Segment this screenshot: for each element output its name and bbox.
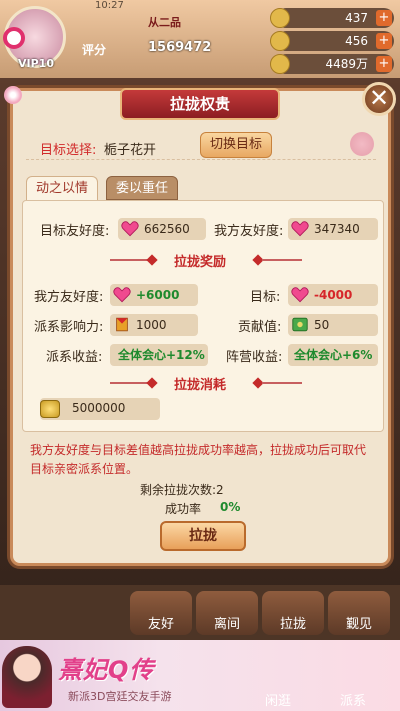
gold-ingot-icon (270, 31, 290, 51)
add-ingot-button[interactable]: + (376, 33, 392, 49)
tab-emotion[interactable]: 动之以情 (26, 176, 98, 200)
heart-icon (113, 287, 131, 303)
success-rate-label: 成功率 (165, 502, 202, 516)
resource-medal-value: 437 (345, 11, 368, 25)
divider-line (262, 259, 302, 261)
nav-faction[interactable]: 派系 (340, 690, 366, 709)
power-value: 1569472 (148, 40, 212, 55)
reward-my-fav-pill: +6000 (110, 284, 198, 306)
resource-ingot: 456 + (270, 31, 394, 51)
target-label: 目标选择: (40, 143, 97, 158)
reward-my-fav-value: +6000 (136, 288, 180, 302)
ad-subtitle: 新派3D宫廷交友手游 (68, 690, 172, 703)
faction-influence-value: 1000 (136, 318, 167, 332)
contribution-value: 50 (314, 318, 330, 332)
reward-target-value: -4000 (314, 288, 353, 302)
resource-coin-value: 4489万 (325, 57, 368, 71)
add-coin-button[interactable]: + (376, 56, 392, 72)
bottom-nav: 友好 离间 拉拢 觐见 (0, 585, 400, 640)
flower-icon (4, 86, 22, 104)
coin-stack-icon (40, 400, 60, 418)
target-fav-pill: 662560 (118, 218, 206, 240)
vip-level: VIP10 (18, 57, 54, 70)
app-logo-icon (3, 27, 25, 49)
ad-character-image (2, 646, 52, 708)
resource-coin: 4489万 + (270, 54, 394, 74)
my-fav-label: 我方友好度: (214, 224, 284, 239)
heart-icon (121, 221, 139, 237)
resource-ingot-value: 456 (345, 34, 368, 48)
nav-friendly[interactable]: 友好 (130, 591, 192, 635)
faction-gain-pill: 全体会心+12% (110, 344, 208, 366)
contribution-pill: 50 (288, 314, 378, 336)
reward-my-fav-label: 我方友好度: (34, 290, 104, 305)
rank-tag: 从二品 (148, 16, 181, 29)
resource-panel: 437 + 456 + 4489万 + (270, 8, 394, 77)
faction-gain-label: 派系收益: (46, 350, 103, 365)
heart-icon (291, 221, 309, 237)
target-name: 栀子花开 (104, 143, 157, 158)
tab-entrust[interactable]: 委以重任 (106, 176, 178, 200)
close-button[interactable]: ✕ (362, 82, 396, 116)
power-label: 评分 (82, 43, 107, 57)
target-fav-label: 目标友好度: (40, 224, 110, 239)
faction-influence-pill: 1000 (110, 314, 198, 336)
dialog-title: 拉拢权贵 (120, 88, 280, 120)
divider-line (262, 382, 302, 384)
success-rate-value: 0% (220, 500, 241, 514)
faction-influence-label: 派系影响力: (34, 320, 104, 335)
coin-icon (270, 54, 290, 74)
divider-line (110, 259, 150, 261)
cost-header: 拉拢消耗 (173, 378, 226, 393)
tip-text: 我方友好度与目标差值越高拉拢成功率越高，拉拢成功后可取代目标亲密派系位置。 (30, 443, 367, 476)
heart-icon (291, 287, 309, 303)
target-fav-value: 662560 (144, 222, 190, 236)
my-fav-pill: 347340 (288, 218, 378, 240)
faction-gain-value: 全体会心+12% (118, 348, 205, 362)
my-fav-value: 347340 (314, 222, 360, 236)
reward-target-pill: -4000 (288, 284, 378, 306)
contribution-icon (292, 317, 308, 332)
add-medal-button[interactable]: + (376, 10, 392, 26)
reward-target-label: 目标: (250, 290, 281, 305)
medal-icon (270, 8, 290, 28)
status-time: 10:27 (95, 0, 124, 11)
nav-wander[interactable]: 闲逛 (265, 690, 291, 709)
nav-audience[interactable]: 觐见 (328, 591, 390, 635)
ad-title: 熹妃Q传 (58, 656, 155, 684)
banner-icon (116, 317, 128, 332)
contribution-label: 贡献值: (238, 320, 282, 335)
resource-medal: 437 + (270, 8, 394, 28)
nav-sow-discord[interactable]: 离间 (196, 591, 258, 635)
nav-win-over[interactable]: 拉拢 (262, 591, 324, 635)
cost-value: 5000000 (72, 401, 126, 415)
reward-header: 拉拢奖励 (173, 255, 226, 270)
divider-line (110, 382, 150, 384)
seal-icon (350, 132, 374, 156)
win-over-button[interactable]: 拉拢 (160, 521, 246, 551)
camp-gain-pill: 全体会心+6% (288, 344, 378, 366)
camp-gain-value: 全体会心+6% (294, 348, 373, 362)
switch-target-button[interactable]: 切换目标 (200, 132, 272, 158)
camp-gain-label: 阵营收益: (226, 350, 283, 365)
remaining-attempts: 剩余拉拢次数:2 (140, 483, 224, 497)
